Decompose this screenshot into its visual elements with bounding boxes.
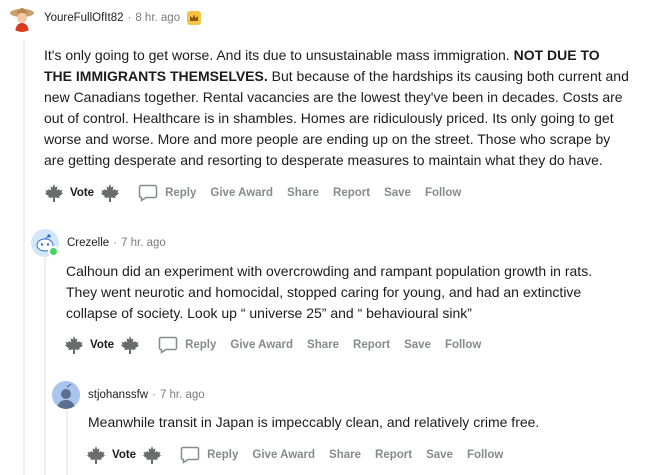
downvote-leaf-icon[interactable] — [142, 445, 162, 465]
comment-bold-text: THE IMMIGRANTS THEMSELVES. — [44, 68, 268, 84]
give-award-button[interactable]: Give Award — [252, 449, 315, 461]
reply-label: Reply — [185, 339, 217, 351]
comment-header: YoureFullOfIt82 · 8 hr. ago — [8, 4, 202, 32]
comment-bold-text: NOT DUE TO — [513, 47, 600, 63]
reply-button[interactable]: Reply — [158, 336, 216, 354]
reply-label: Reply — [207, 449, 239, 461]
username[interactable]: Crezelle — [67, 237, 109, 249]
report-button[interactable]: Report — [333, 187, 370, 199]
comment-bubble-icon — [158, 336, 178, 354]
share-button[interactable]: Share — [287, 187, 319, 199]
separator: · — [113, 237, 118, 249]
follow-button[interactable]: Follow — [467, 449, 503, 461]
comment-text-line: collapse of society. Look up “ universe … — [66, 305, 472, 321]
vote-control: Vote — [64, 335, 140, 355]
give-award-button[interactable]: Give Award — [230, 339, 293, 351]
report-button[interactable]: Report — [353, 339, 390, 351]
comment-body: Calhoun did an experiment with overcrowd… — [66, 261, 592, 324]
comment-actions: Vote Reply Give Award Share Report Save … — [64, 335, 495, 355]
reply-button[interactable]: Reply — [138, 184, 196, 202]
give-award-button[interactable]: Give Award — [210, 187, 273, 199]
username[interactable]: stjohanssfw — [88, 389, 148, 401]
report-button[interactable]: Report — [375, 449, 412, 461]
comment-body: Meanwhile transit in Japan is impeccably… — [88, 412, 539, 433]
downvote-leaf-icon[interactable] — [100, 183, 120, 203]
share-button[interactable]: Share — [307, 339, 339, 351]
save-button[interactable]: Save — [426, 449, 453, 461]
reply-button[interactable]: Reply — [180, 446, 238, 464]
comment-text-line: out of control. Healthcare is in shamble… — [44, 110, 614, 126]
comment-text-line: But because of the hardships its causing… — [267, 68, 629, 84]
timestamp[interactable]: 8 hr. ago — [135, 12, 180, 24]
upvote-leaf-icon[interactable] — [86, 445, 106, 465]
reply-label: Reply — [165, 187, 197, 199]
comment-text-line: It's only going to get worse. And its du… — [44, 47, 514, 63]
online-status-indicator — [48, 246, 59, 257]
save-button[interactable]: Save — [384, 187, 411, 199]
thread-line[interactable] — [44, 258, 46, 475]
comment-text-line: are getting desperate and resorting to d… — [44, 152, 603, 168]
award-crown-icon[interactable] — [186, 10, 202, 26]
avatar[interactable] — [52, 381, 80, 409]
vote-label: Vote — [112, 449, 137, 461]
follow-button[interactable]: Follow — [445, 339, 481, 351]
vote-control: Vote — [86, 445, 162, 465]
comment-text-line: new Canadians together. Rental vacancies… — [44, 89, 623, 105]
upvote-leaf-icon[interactable] — [44, 183, 64, 203]
save-button[interactable]: Save — [404, 339, 431, 351]
comment-bubble-icon — [138, 184, 158, 202]
comment-text-line: Calhoun did an experiment with overcrowd… — [66, 263, 593, 279]
comment-body: It's only going to get worse. And its du… — [44, 45, 629, 171]
downvote-leaf-icon[interactable] — [120, 335, 140, 355]
comment-header: stjohanssfw · 7 hr. ago — [52, 381, 205, 409]
timestamp[interactable]: 7 hr. ago — [121, 237, 166, 249]
upvote-leaf-icon[interactable] — [64, 335, 84, 355]
avatar[interactable] — [8, 4, 36, 32]
username[interactable]: YoureFullOfIt82 — [44, 12, 123, 24]
comment-text-line: They went neurotic and homocidal, stoppe… — [66, 284, 582, 300]
comment-bubble-icon — [180, 446, 200, 464]
follow-button[interactable]: Follow — [425, 187, 461, 199]
vote-label: Vote — [70, 187, 95, 199]
thread-line[interactable] — [23, 40, 25, 475]
vote-control: Vote — [44, 183, 120, 203]
vote-label: Vote — [90, 339, 115, 351]
separator: · — [127, 12, 132, 24]
comment-text-line: Meanwhile transit in Japan is impeccably… — [88, 414, 540, 430]
separator: · — [152, 389, 156, 401]
share-button[interactable]: Share — [329, 449, 361, 461]
timestamp[interactable]: 7 hr. ago — [160, 389, 205, 401]
comment-actions: Vote Reply Give Award Share Report Save … — [86, 445, 517, 465]
thread-line[interactable] — [66, 410, 68, 475]
comment-text-line: worse and worse. More and more people ar… — [44, 131, 611, 147]
comment-actions: Vote Reply Give Award Share Report Save … — [44, 183, 475, 203]
